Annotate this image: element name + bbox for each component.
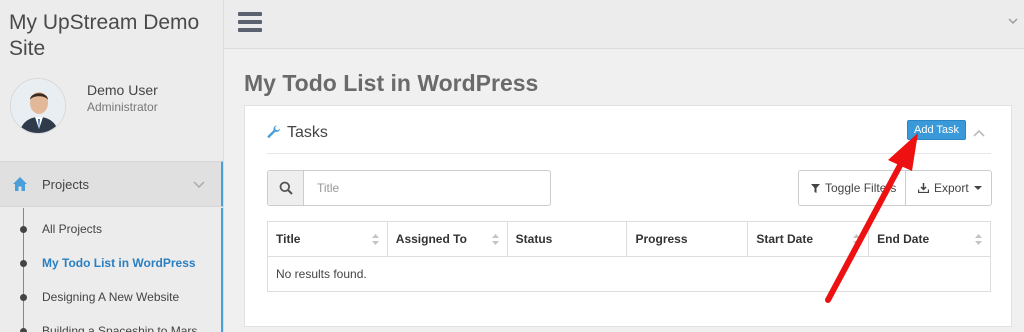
tasks-panel: Tasks Add Task Toggle Filters Export	[244, 105, 1012, 327]
bullet-icon	[20, 226, 27, 233]
bullet-icon	[20, 328, 27, 332]
user-name[interactable]: Demo User	[87, 82, 158, 98]
column-header-status[interactable]: Status	[506, 221, 628, 257]
column-header-end-date[interactable]: End Date	[868, 221, 991, 257]
wrench-icon	[267, 125, 281, 138]
caret-down-icon	[973, 186, 982, 190]
column-header-progress[interactable]: Progress	[626, 221, 749, 257]
top-bar	[224, 0, 1024, 49]
chevron-down-icon[interactable]	[1008, 17, 1018, 25]
search-group	[267, 170, 551, 206]
column-header-assigned-to[interactable]: Assigned To	[386, 221, 508, 257]
column-header-title[interactable]: Title	[267, 221, 388, 257]
toggle-filters-label: Toggle Filters	[825, 181, 897, 195]
sidebar-item-my-todo-list[interactable]: My Todo List in WordPress	[42, 256, 196, 270]
chevron-down-icon[interactable]	[193, 180, 205, 190]
toggle-filters-button[interactable]: Toggle Filters	[798, 170, 906, 206]
table-header-row: Title Assigned To Status Progress Start …	[267, 221, 991, 257]
bullet-icon	[20, 294, 27, 301]
search-input[interactable]	[305, 171, 550, 205]
sidebar: My UpStream Demo Site Demo User Administ…	[0, 0, 224, 332]
sidebar-item-projects[interactable]: Projects	[0, 161, 223, 207]
empty-message: No results found.	[276, 267, 367, 281]
site-title[interactable]: My UpStream Demo Site	[9, 10, 209, 62]
hamburger-icon[interactable]	[238, 12, 262, 32]
user-role: Administrator	[87, 100, 158, 114]
export-button[interactable]: Export	[906, 170, 992, 206]
sidebar-item-label: Projects	[42, 177, 89, 192]
search-icon	[279, 181, 293, 195]
tasks-table: Title Assigned To Status Progress Start …	[267, 221, 991, 292]
panel-title: Tasks	[287, 124, 328, 141]
download-icon	[918, 183, 929, 193]
table-actions: Toggle Filters Export	[798, 170, 992, 206]
avatar[interactable]	[10, 78, 66, 134]
add-task-button[interactable]: Add Task	[907, 120, 967, 140]
sidebar-item-spaceship[interactable]: Building a Spaceship to Mars	[42, 324, 197, 332]
table-row: No results found.	[268, 257, 991, 292]
column-header-start-date[interactable]: Start Date	[747, 221, 870, 257]
bullet-icon	[20, 260, 27, 267]
search-addon[interactable]	[268, 171, 304, 205]
chevron-up-icon[interactable]	[972, 128, 986, 138]
panel-header: Tasks Add Task	[267, 116, 991, 154]
home-icon	[13, 177, 27, 191]
sort-icon	[491, 234, 499, 245]
filter-icon	[811, 183, 820, 193]
sidebar-item-designing-website[interactable]: Designing A New Website	[42, 290, 179, 304]
page-title: My Todo List in WordPress	[244, 70, 539, 96]
sort-icon	[975, 234, 982, 245]
sort-icon	[371, 234, 379, 245]
projects-submenu: All Projects My Todo List in WordPress D…	[0, 208, 223, 332]
export-label: Export	[934, 181, 969, 195]
sort-icon	[853, 234, 861, 245]
sidebar-item-all-projects[interactable]: All Projects	[42, 222, 102, 236]
